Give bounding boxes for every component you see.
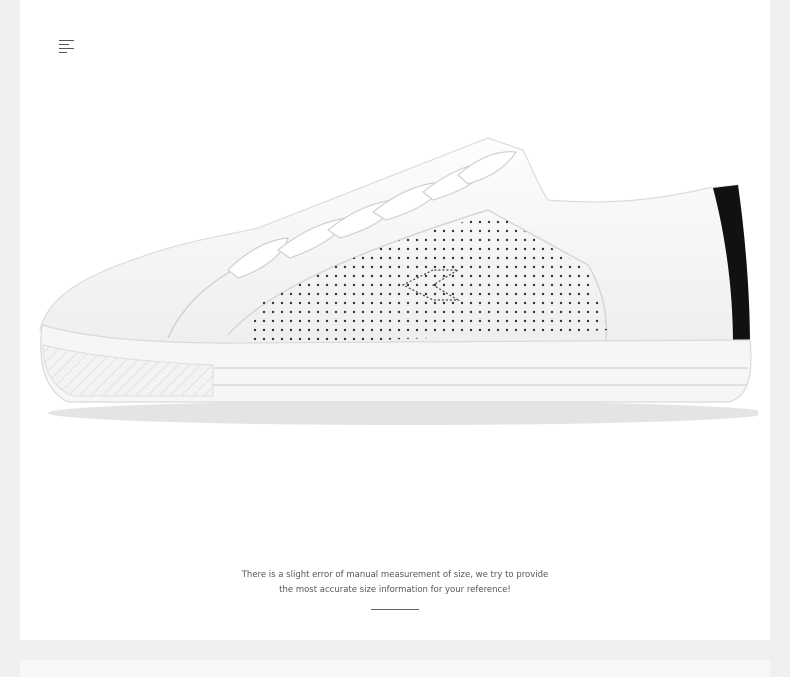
product-card: There is a slight error of manual measur… bbox=[20, 0, 770, 640]
menu-line bbox=[59, 44, 69, 45]
sneaker-image bbox=[39, 137, 758, 425]
size-disclaimer: There is a slight error of manual measur… bbox=[20, 568, 770, 598]
size-disclaimer-line: There is a slight error of manual measur… bbox=[241, 570, 549, 580]
menu-icon[interactable] bbox=[59, 38, 77, 54]
menu-line bbox=[59, 40, 74, 41]
caption-divider bbox=[371, 609, 419, 610]
menu-line bbox=[59, 48, 74, 49]
menu-line bbox=[59, 52, 67, 53]
size-disclaimer-line: the most accurate size information for y… bbox=[279, 585, 511, 595]
shoe-shadow bbox=[48, 401, 758, 425]
next-card-edge bbox=[20, 660, 770, 677]
